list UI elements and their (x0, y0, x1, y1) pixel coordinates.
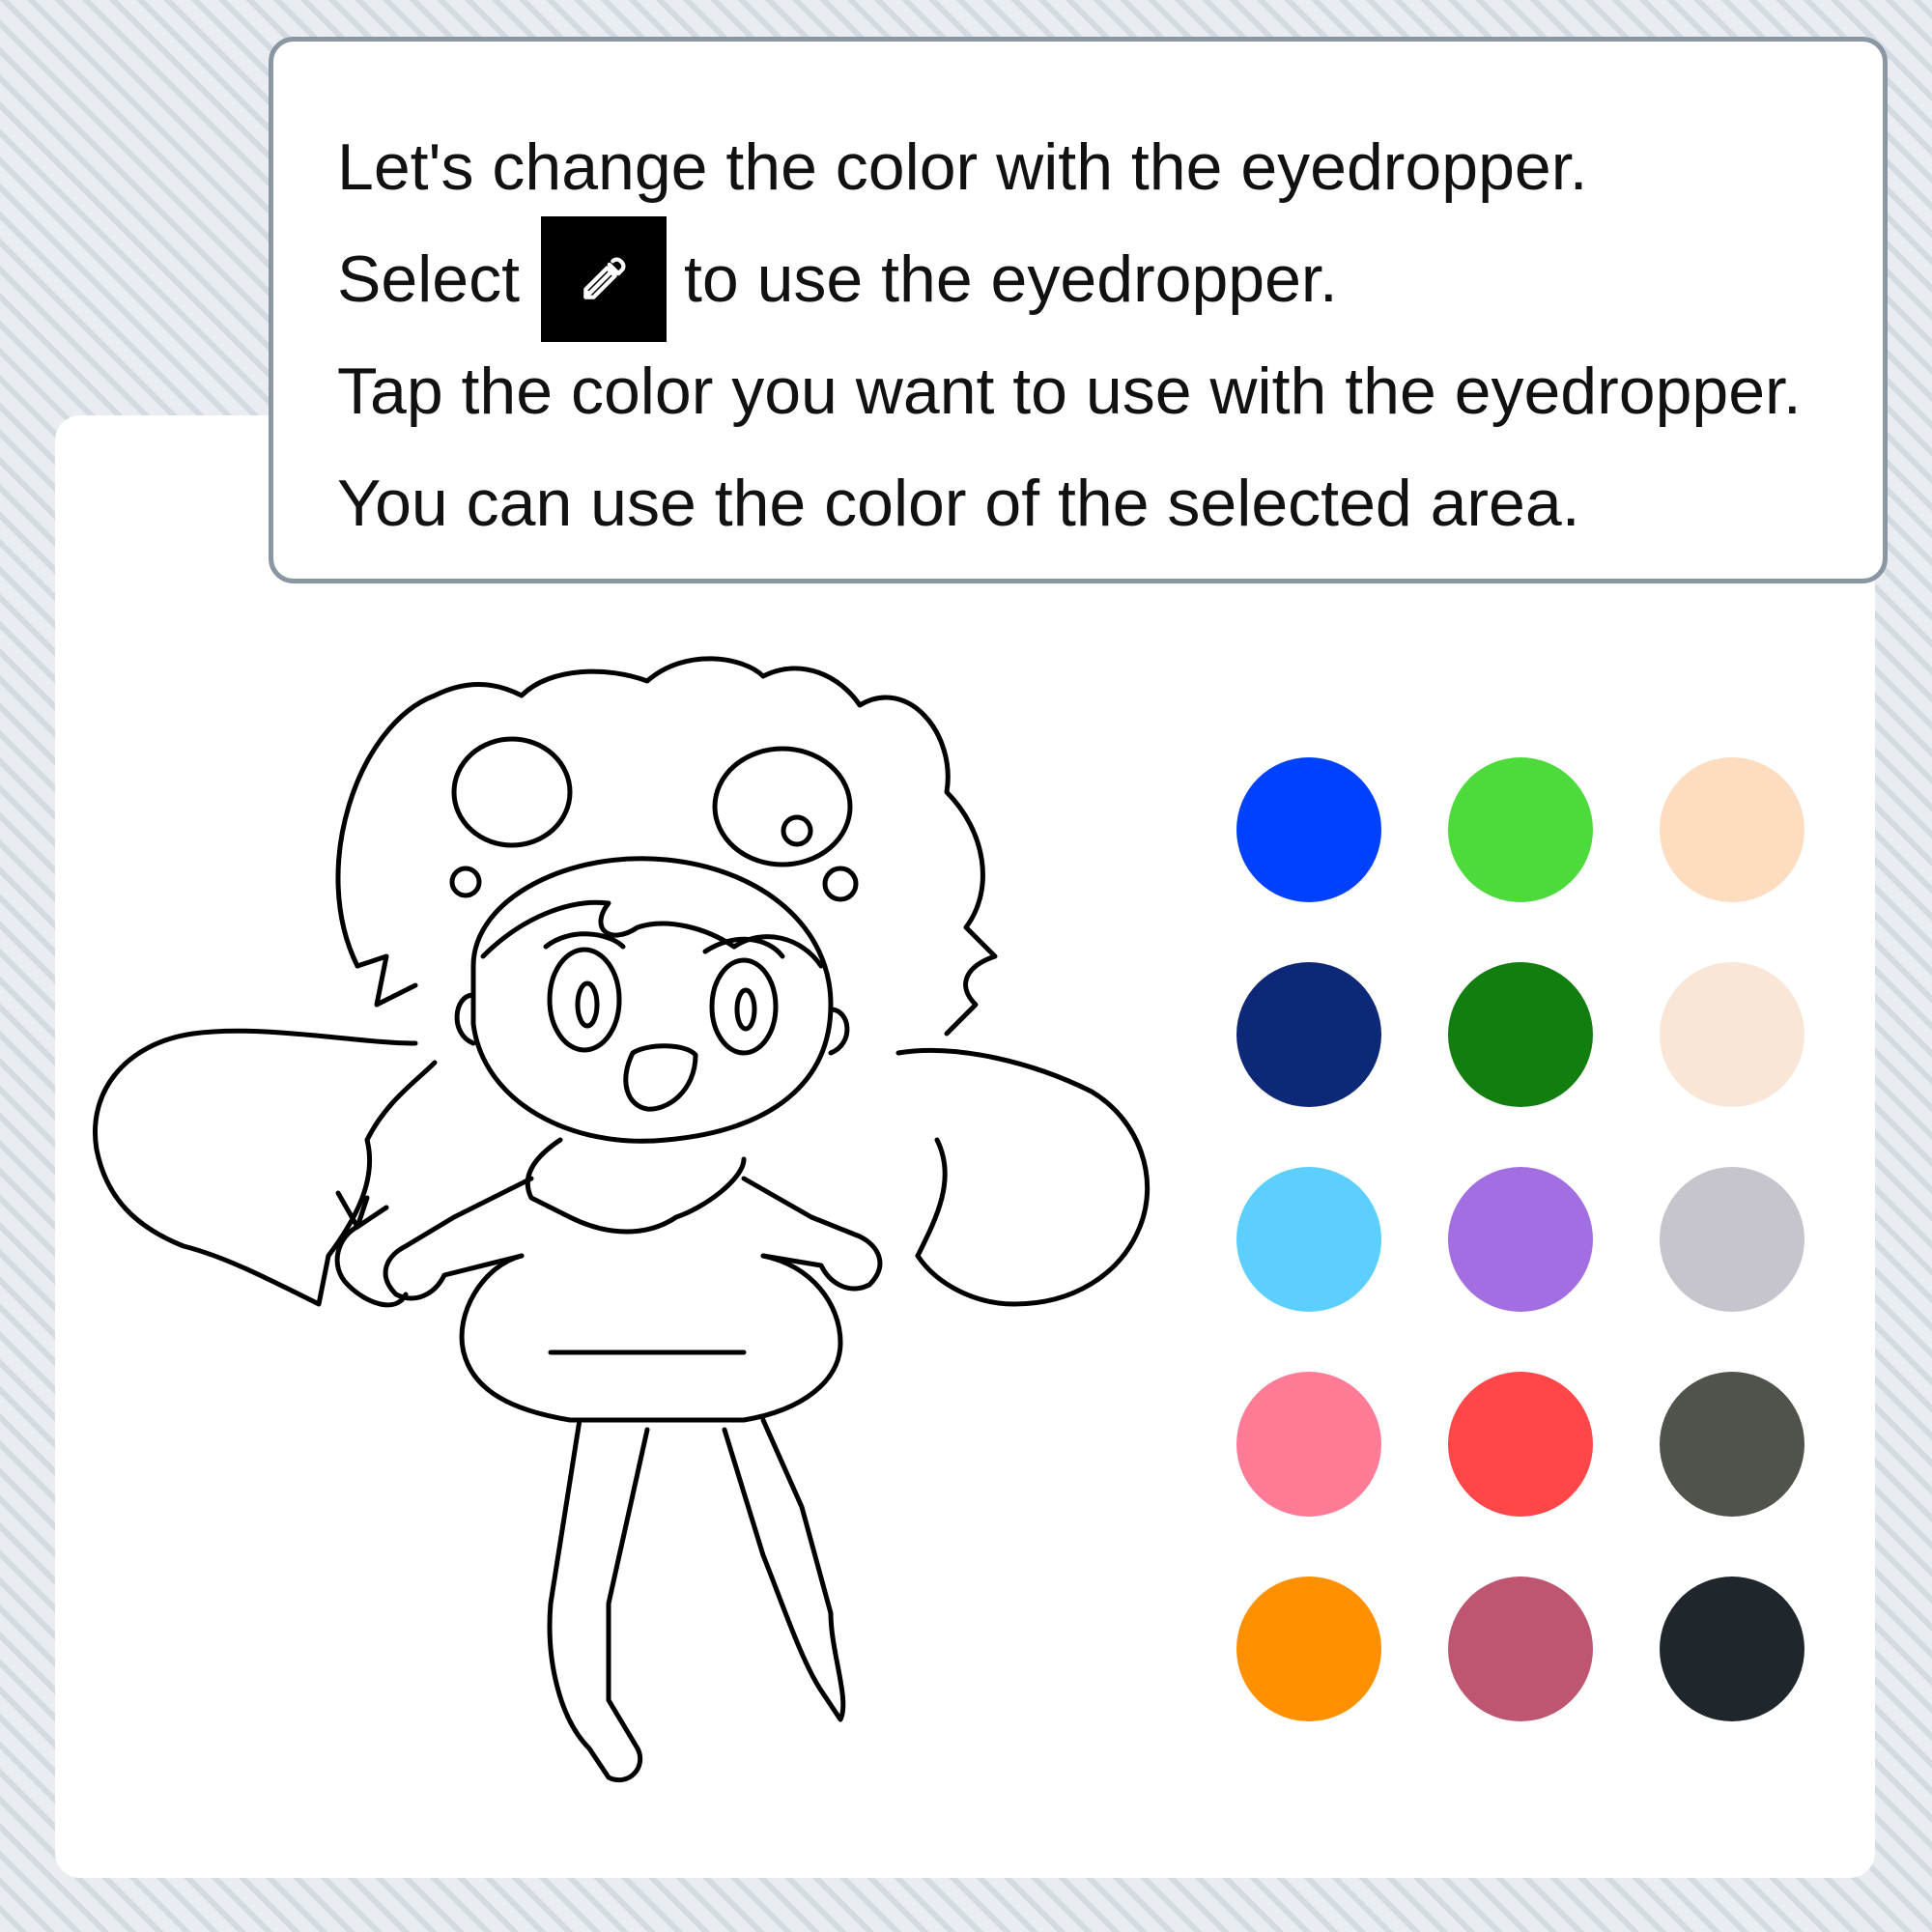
color-swatch[interactable] (1236, 1372, 1381, 1517)
color-swatch[interactable] (1236, 962, 1381, 1107)
color-swatch[interactable] (1660, 757, 1804, 902)
color-swatch[interactable] (1660, 1167, 1804, 1312)
color-swatch[interactable] (1236, 1577, 1381, 1721)
color-swatch[interactable] (1448, 1577, 1593, 1721)
color-swatch[interactable] (1448, 757, 1593, 902)
instruction-tooltip: Let's change the color with the eyedropp… (269, 37, 1888, 583)
color-swatch[interactable] (1236, 757, 1381, 902)
color-palette (1236, 757, 1804, 1721)
color-swatch[interactable] (1660, 962, 1804, 1107)
line-art-drawing[interactable] (68, 638, 1227, 1855)
color-swatch[interactable] (1236, 1167, 1381, 1312)
tooltip-line-2-before: Select (337, 242, 520, 316)
tooltip-line-4: You can use the color of the selected ar… (337, 467, 1580, 540)
tooltip-line-1: Let's change the color with the eyedropp… (337, 130, 1588, 204)
color-swatch[interactable] (1448, 1372, 1593, 1517)
color-swatch[interactable] (1448, 1167, 1593, 1312)
color-swatch[interactable] (1660, 1372, 1804, 1517)
tooltip-line-2: Select to use the eyedropper. (337, 216, 1883, 342)
tooltip-line-2-after: to use the eyedropper. (684, 242, 1338, 316)
color-swatch[interactable] (1448, 962, 1593, 1107)
color-swatch[interactable] (1660, 1577, 1804, 1721)
tooltip-line-3: Tap the color you want to use with the e… (337, 355, 1802, 428)
eyedropper-icon (541, 216, 667, 342)
